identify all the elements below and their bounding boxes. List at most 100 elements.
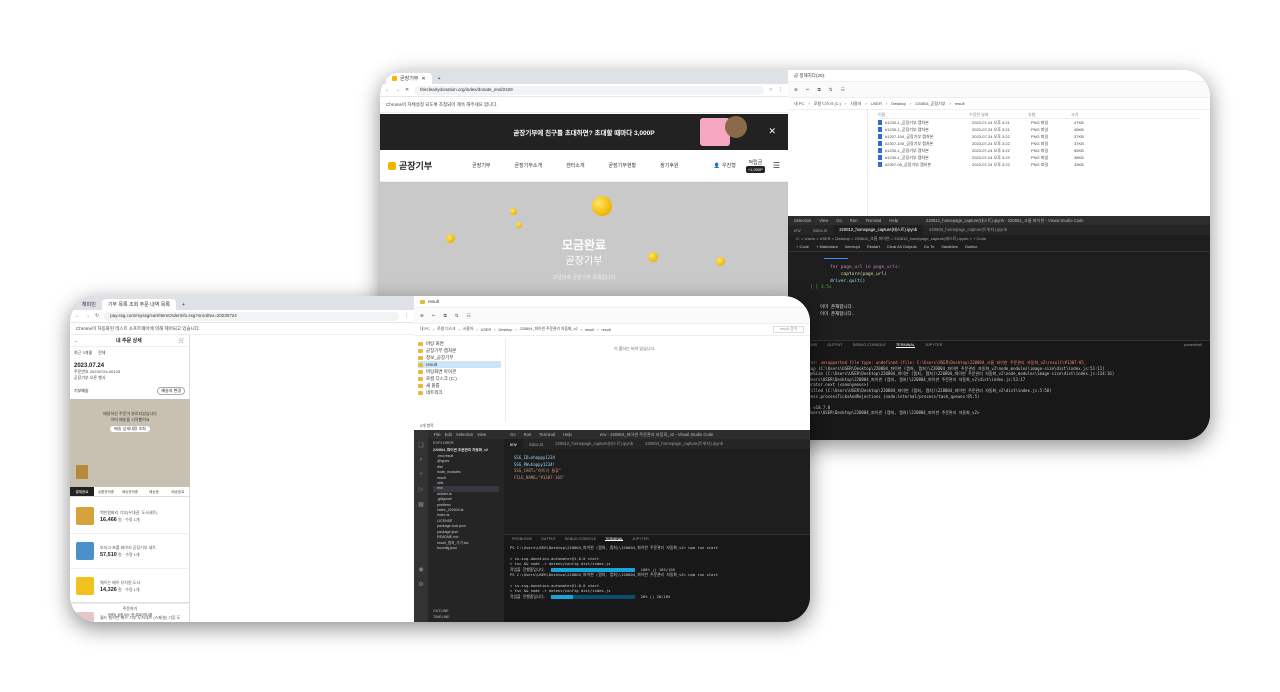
filter-value[interactable]: 전체 (98, 350, 105, 356)
toolbar-button[interactable]: Go To (924, 244, 935, 250)
back-arrow-icon[interactable]: ← (74, 338, 79, 344)
panel-tab[interactable]: TERMINAL (605, 537, 624, 541)
panel-tab[interactable]: JUPYTER (925, 343, 942, 348)
menu-dots-icon[interactable]: ⋮ (778, 87, 783, 93)
path-segment[interactable]: 220804_곧장기부 (915, 101, 945, 107)
file-row[interactable]: #1230-1_곧장기부 캡처본 2023-07-24 오후 3:21 PNG 파일… (878, 119, 1200, 126)
user-icon[interactable]: 👤 (714, 163, 720, 169)
toolbar-button[interactable]: Variables (941, 244, 957, 250)
menu-item[interactable]: Run (524, 432, 532, 437)
file-row[interactable]: #1230-1_곧장기부 캡처본 2023-07-24 오후 3:22 PNG 파일… (878, 154, 1200, 161)
shell-selector[interactable]: powershell (1184, 343, 1202, 348)
nav-folder[interactable]: 새 볼륨 (418, 382, 501, 389)
panel-tab[interactable]: DEBUG CONSOLE (565, 537, 596, 541)
menu-dots-icon[interactable]: ⋮ (404, 313, 409, 319)
nav-folder[interactable]: 바탕 화면 (418, 340, 501, 347)
menu-item[interactable]: Go (510, 432, 516, 437)
menu-item[interactable]: Terminal (539, 432, 555, 437)
path-segment[interactable]: 내 PC (794, 101, 804, 107)
editor-tab[interactable]: 220804_homepage_capture(트위터).ipynb (639, 439, 729, 449)
browser-tab[interactable]: 기부 목록 조회 주문 내역 목록 (101, 299, 176, 310)
cut-icon[interactable]: ✂ (806, 87, 810, 93)
editor-tab[interactable]: env (504, 439, 523, 449)
editor-tab[interactable]: env (788, 225, 807, 235)
reload-icon[interactable]: ↻ (95, 313, 99, 319)
panel-tab[interactable]: OUTPUT (541, 537, 556, 541)
menu-item[interactable]: View (477, 432, 486, 437)
path-segment[interactable]: 220804_파이썬 주문관리 자동화_v2 (520, 327, 578, 332)
panel-tab[interactable]: JUPYTER (632, 537, 648, 541)
nav-folder[interactable]: 곧장기부 캡처본 (418, 347, 501, 354)
new-tab-button[interactable]: + (432, 73, 447, 84)
panel-tab[interactable]: DEBUG CONSOLE (853, 343, 886, 348)
file-row[interactable]: #2307-100_곧장기부 캡처본 2023-07-24 오후 3:22 PNG … (878, 140, 1200, 147)
path-segment[interactable]: Desktop (498, 328, 512, 332)
toolbar-button[interactable]: Clear All Outputs (887, 244, 917, 250)
list-item[interactable]: 웨이는 메이 유치원 도서 14,326 원 · 수량 1개 (70, 569, 190, 604)
copy-icon[interactable]: ⧉ (444, 313, 447, 318)
menu-item[interactable]: Selection (794, 218, 811, 223)
menu-item[interactable]: Help (563, 432, 572, 437)
stop-icon[interactable]: ✕ (405, 87, 409, 93)
delivery-change-button[interactable]: 배송지 변경 (157, 387, 185, 395)
front-terminal-output[interactable]: PS C:\Users\USER\Desktop\220804_파이썬 (캡처,… (504, 543, 810, 603)
back-arrow-icon[interactable]: ← (75, 313, 80, 319)
path-segment[interactable]: result (585, 328, 594, 332)
nav-folder[interactable]: 바탕화면 아이콘 (418, 368, 501, 375)
status-tab[interactable]: 배송완료 (166, 487, 190, 496)
menu-item[interactable]: Selection (456, 432, 473, 437)
menu-item[interactable]: Run (850, 218, 858, 223)
path-segment[interactable]: Desktop (891, 101, 906, 106)
nav-folder[interactable]: 네트워크 (418, 389, 501, 396)
env-editor[interactable]: SSG_ID=nhappy1234 SSG_PW=happy1234! SSG_… (504, 449, 810, 487)
toolbar-button[interactable]: + Markdown (816, 244, 838, 250)
source-control-icon[interactable]: ⑂ (419, 472, 423, 478)
star-icon[interactable]: ☆ (769, 87, 773, 93)
editor-tab[interactable]: index.ts (807, 225, 833, 235)
panel-tab[interactable]: OUTPUT (827, 343, 843, 348)
back-terminal-output[interactable]: TypeError: unsupported file type: undefi… (788, 350, 1210, 419)
extensions-icon[interactable]: ▦ (418, 501, 424, 508)
column-header[interactable]: 크기 (1071, 112, 1101, 118)
toolbar-button[interactable]: Restart (867, 244, 880, 250)
back-browser-tab[interactable]: 곧장기부 ✕ (386, 73, 432, 84)
cut-icon[interactable]: ✂ (432, 313, 436, 319)
file-row[interactable]: #2307-05_곧장기부 캡처본 2023-07-24 오후 3:22 PNG 파… (878, 161, 1200, 168)
search-box[interactable]: result 검색 (772, 326, 804, 333)
file-row[interactable]: #1230-1_곧장기부 캡처본 2023-07-24 오후 3:22 PNG 파일… (878, 147, 1200, 154)
tree-item[interactable]: tsconfig.json (433, 546, 499, 551)
view-icon[interactable]: ☷ (841, 87, 845, 93)
nav-item[interactable]: 곧장기부 (472, 162, 490, 169)
path-segment[interactable]: USER (481, 328, 492, 332)
points-label[interactable]: 적립금 (748, 159, 762, 166)
project-folder[interactable]: 220804_파이썬 주문관리 자동화_v2 (428, 447, 504, 454)
new-icon[interactable]: ⊕ (420, 313, 424, 319)
new-tab-button[interactable]: + (176, 299, 191, 310)
path-segment[interactable]: 사용자 (850, 101, 861, 107)
editor-tab[interactable]: 220804_homepage_capture(트위터).ipynb (923, 225, 1013, 235)
file-row[interactable]: #1230-1_곧장기부 캡처본 2023-07-24 오후 3:21 PNG 파일… (878, 126, 1200, 133)
editor-tab[interactable]: index.ts (523, 439, 549, 449)
sort-icon[interactable]: ⇅ (455, 313, 459, 319)
timeline-section[interactable]: TIMELINE (433, 614, 450, 620)
menu-item[interactable]: Edit (445, 432, 452, 437)
gear-icon[interactable]: ⚙ (418, 581, 423, 588)
list-item[interactable]: 백만원짜리 기부(우대권, 도서세트) 16,466 원 · 수량 1개 (70, 499, 190, 534)
hamburger-icon[interactable]: ☰ (773, 161, 780, 170)
close-icon[interactable]: ✕ (421, 76, 425, 82)
filter-period[interactable]: 최근 3개월 (74, 350, 92, 356)
nav-folder[interactable]: result (418, 361, 501, 368)
nav-folder[interactable]: 정보_곧장기부 (418, 354, 501, 361)
path-segment[interactable]: 로컬 디스크 (C:) (814, 101, 841, 107)
run-debug-icon[interactable]: ▷ (419, 486, 424, 493)
status-tab[interactable]: 배송중 (142, 487, 166, 496)
files-icon[interactable]: ❏ (418, 442, 423, 449)
list-item[interactable]: 보자고 초를 봐야지 곧장기부 세트 57,510 원 · 수량 1개 (70, 534, 190, 569)
copy-icon[interactable]: ⧉ (818, 87, 821, 92)
forward-arrow-icon[interactable]: → (85, 313, 90, 319)
new-icon[interactable]: ⊕ (794, 87, 798, 93)
editor-tab[interactable]: 220812_homepage_capture(테스트).ipynb (833, 225, 924, 235)
menu-item[interactable]: Terminal (866, 218, 882, 223)
notebook-cell[interactable]: for page_url in page_urls: capture(page_… (808, 256, 1188, 336)
back-arrow-icon[interactable]: ← (385, 87, 390, 93)
